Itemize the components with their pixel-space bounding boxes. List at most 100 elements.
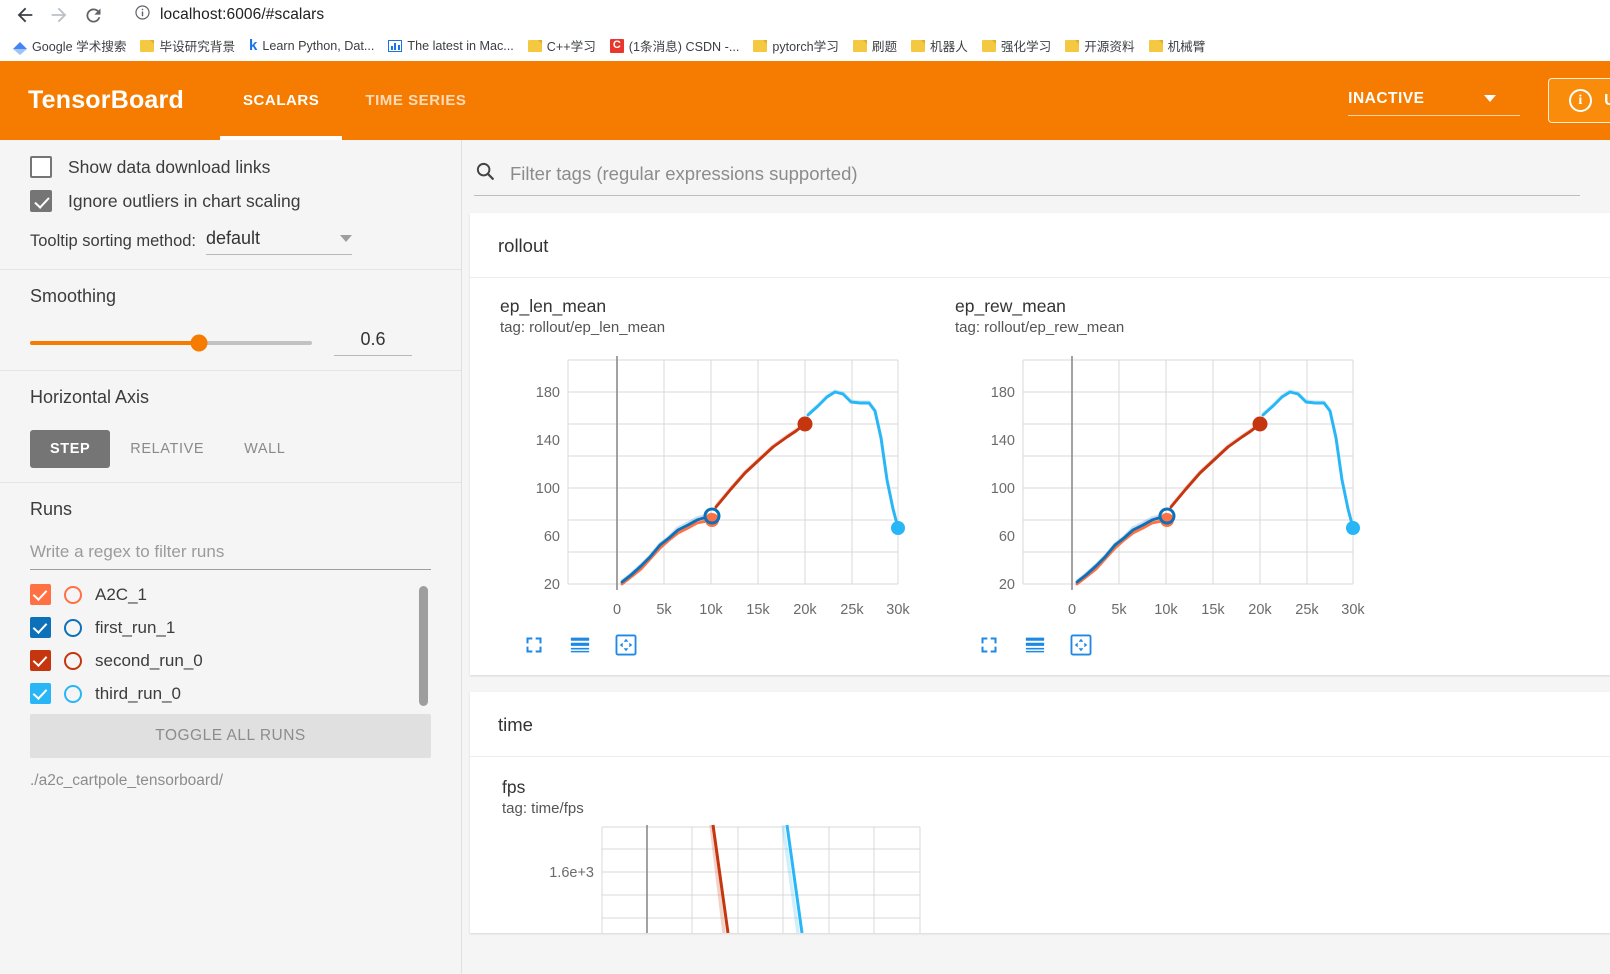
bookmarks-bar: Google 学术搜索 毕设研究背景 k Learn Python, Dat..…: [0, 30, 1610, 61]
runs-label: Runs: [30, 499, 73, 519]
series-unsmoothed: [621, 389, 900, 585]
tooltip-sorting-select[interactable]: default: [206, 228, 353, 255]
google-scholar-icon: [13, 42, 27, 55]
reload-button[interactable]: [76, 1, 110, 29]
main-content: Filter tags (regular expressions support…: [462, 140, 1610, 974]
chart-plot[interactable]: 1.6e+3: [502, 823, 942, 933]
run-item-first-run-1[interactable]: first_run_1: [30, 617, 431, 638]
app-body: Show data download links Ignore outliers…: [0, 140, 1610, 974]
slider-thumb[interactable]: [190, 334, 208, 351]
section-card-time: time fps tag: time/fps 1.6e+3: [470, 692, 1610, 933]
svg-text:100: 100: [536, 481, 560, 497]
bookmark-folder-3[interactable]: pytorch学习: [746, 34, 846, 57]
runs-list: A2C_1 first_run_1 second_run_0 third_run…: [30, 584, 431, 712]
bookmark-folder-1[interactable]: 毕设研究背景: [133, 34, 242, 57]
slider-fill: [30, 340, 200, 345]
grid-lines: [1022, 356, 1354, 590]
run-status-value: INACTIVE: [1348, 89, 1425, 107]
tab-time-series[interactable]: TIME SERIES: [342, 61, 489, 140]
svg-text:5k: 5k: [1111, 602, 1127, 618]
forward-button[interactable]: [42, 1, 76, 29]
grid-lines: [601, 825, 921, 933]
bookmark-mac[interactable]: The latest in Mac...: [381, 37, 520, 55]
run-color-circle-icon: [64, 585, 82, 604]
bookmark-folder-2[interactable]: C++学习: [521, 34, 603, 57]
reset-zoom-button[interactable]: [612, 631, 640, 659]
endpoint-third-run-0: [891, 521, 905, 535]
runs-filter-input[interactable]: Write a regex to filter runs: [30, 542, 431, 570]
bookmark-folder-6[interactable]: 强化学习: [975, 34, 1058, 57]
bookmark-folder-8[interactable]: 机械臂: [1142, 34, 1213, 57]
bookmark-label: (1条消息) CSDN -...: [628, 40, 740, 54]
folder-icon: [527, 39, 542, 52]
upload-button[interactable]: i UPLO: [1548, 78, 1610, 123]
run-checkbox[interactable]: [30, 584, 51, 605]
tab-label: SCALARS: [243, 92, 320, 109]
run-status-dropdown[interactable]: INACTIVE: [1348, 86, 1521, 116]
tab-scalars[interactable]: SCALARS: [220, 61, 343, 140]
run-name: third_run_0: [95, 683, 182, 703]
checkbox-ignore-outliers[interactable]: Ignore outliers in chart scaling: [30, 190, 431, 212]
bookmark-label: 毕设研究背景: [159, 40, 236, 54]
svg-text:30k: 30k: [886, 602, 910, 618]
run-checkbox[interactable]: [30, 683, 51, 704]
header-actions: INACTIVE i UPLO: [1348, 61, 1610, 140]
section-title-time[interactable]: time: [470, 692, 1610, 757]
run-color-circle-icon: [64, 651, 82, 670]
toggle-all-runs-button[interactable]: TOGGLE ALL RUNS: [30, 714, 431, 758]
y-axis-tick: 1.6e+3: [549, 865, 594, 881]
svg-text:0: 0: [613, 602, 621, 618]
bookmark-folder-5[interactable]: 机器人: [904, 34, 975, 57]
svg-text:180: 180: [536, 385, 560, 401]
url-text: localhost:6006/#scalars: [160, 6, 325, 23]
tooltip-sorting-label: Tooltip sorting method:: [30, 232, 197, 250]
fit-domain-button[interactable]: [520, 631, 548, 659]
run-item-third-run-0[interactable]: third_run_0: [30, 683, 431, 704]
axis-option-wall[interactable]: WALL: [224, 430, 305, 468]
section-card-rollout: rollout ep_len_mean tag: rollout/ep_len_…: [470, 213, 1610, 675]
bookmark-csdn[interactable]: C (1条消息) CSDN -...: [603, 34, 747, 57]
checkbox-show-data-download-links[interactable]: Show data download links: [30, 156, 431, 178]
reset-zoom-button[interactable]: [1067, 631, 1095, 659]
bookmark-label: 开源资料: [1084, 40, 1135, 54]
horizontal-axis-section: Horizontal Axis STEP RELATIVE WALL: [0, 371, 461, 482]
bookmark-folder-7[interactable]: 开源资料: [1058, 34, 1141, 57]
runs-scrollbar[interactable]: [419, 586, 428, 706]
smoothing-value-input[interactable]: 0.6: [334, 329, 412, 356]
smoothing-label: Smoothing: [30, 286, 117, 306]
checkbox-label: Ignore outliers in chart scaling: [68, 190, 301, 211]
toggle-y-axis-button[interactable]: [566, 631, 594, 659]
tag-filter-input[interactable]: Filter tags (regular expressions support…: [510, 163, 858, 185]
logdir-path: ./a2c_cartpole_tensorboard/: [30, 772, 224, 789]
tooltip-sorting-value: default: [206, 228, 261, 248]
section-title-rollout[interactable]: rollout: [470, 213, 1610, 278]
bookmark-kaggle[interactable]: k Learn Python, Dat...: [242, 36, 381, 55]
toggle-y-axis-button[interactable]: [1021, 631, 1049, 659]
bookmark-folder-4[interactable]: 刷题: [846, 34, 904, 57]
series-unsmoothed: [1076, 389, 1355, 585]
horizontal-axis-label: Horizontal Axis: [30, 387, 150, 407]
chart-plot[interactable]: 180 140 100 60 20 0 5k 10k 15k 20k 25k 3…: [500, 342, 918, 627]
bookmark-label: Google 学术搜索: [32, 40, 127, 54]
smoothing-slider[interactable]: [30, 334, 312, 351]
checkbox-box[interactable]: [30, 190, 52, 212]
run-checkbox[interactable]: [30, 650, 51, 671]
checkbox-box[interactable]: [30, 156, 52, 178]
back-button[interactable]: [8, 1, 42, 29]
charts-row: ep_len_mean tag: rollout/ep_len_mean 180…: [470, 278, 1610, 675]
y-axis-ticks: 180 140 100 60 20: [991, 385, 1015, 593]
axis-option-relative[interactable]: RELATIVE: [110, 430, 224, 468]
chart-plot[interactable]: 180 140 100 60 20 0 5k 10k 15k 20k 25k 3…: [955, 342, 1373, 627]
run-item-second-run-0[interactable]: second_run_0: [30, 650, 431, 671]
fit-domain-button[interactable]: [975, 631, 1003, 659]
bookmark-google-scholar[interactable]: Google 学术搜索: [6, 34, 133, 57]
run-checkbox[interactable]: [30, 617, 51, 638]
address-bar[interactable]: localhost:6006/#scalars: [122, 2, 1600, 28]
axis-option-step[interactable]: STEP: [30, 430, 111, 468]
folder-icon: [981, 39, 996, 52]
horizontal-axis-options: STEP RELATIVE WALL: [30, 430, 431, 468]
x-axis-ticks: 0 5k 10k 15k 20k 25k 30k: [1068, 602, 1365, 618]
chart-ep-rew-mean: ep_rew_mean tag: rollout/ep_rew_mean 180…: [925, 278, 1380, 675]
run-item-a2c-1[interactable]: A2C_1: [30, 584, 431, 605]
tag-filter-bar[interactable]: Filter tags (regular expressions support…: [474, 160, 1580, 196]
